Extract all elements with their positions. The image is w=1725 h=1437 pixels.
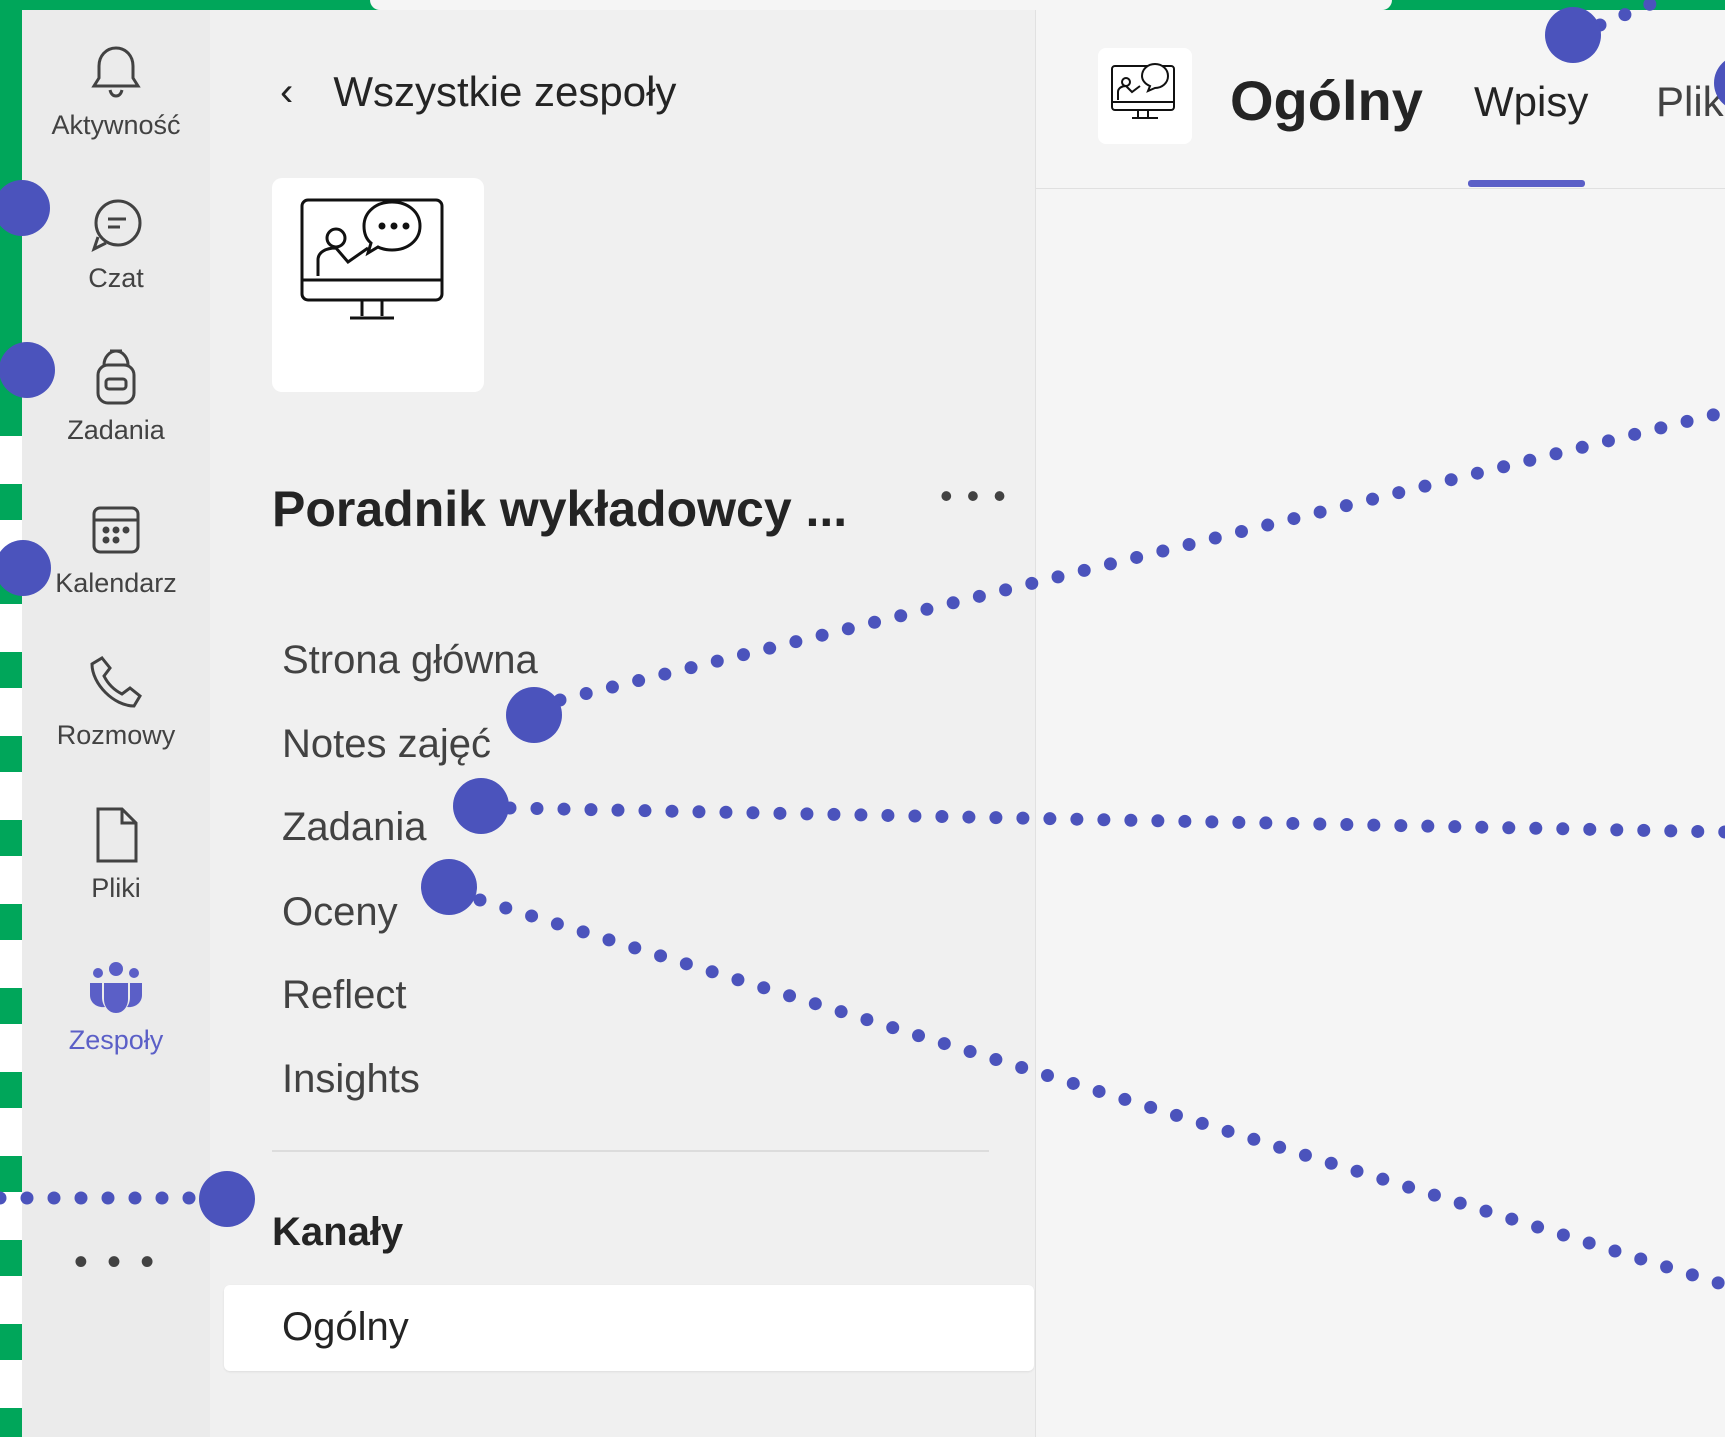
channel-main: Ogólny Wpisy Pliki [1036, 10, 1725, 1437]
team-pane: ‹ Wszystkie zespoły Poradnik wykładowcy … [210, 10, 1036, 1437]
channel-title: Ogólny [1230, 69, 1423, 132]
bell-icon [91, 46, 141, 98]
divider [272, 1150, 989, 1152]
rail-label: Czat [88, 263, 144, 293]
team-logo [272, 178, 484, 392]
frame-stripes [0, 400, 22, 1437]
back-label: Wszystkie zespoły [333, 68, 677, 115]
channel-header: Ogólny Wpisy Pliki [1036, 10, 1725, 189]
team-link-assignments[interactable]: Zadania [282, 805, 427, 850]
rail-item-files[interactable]: Pliki [22, 773, 210, 923]
file-icon [96, 807, 138, 863]
team-link-insights[interactable]: Insights [282, 1057, 420, 1102]
all-teams-back-link[interactable]: ‹ Wszystkie zespoły [280, 68, 676, 116]
rail-item-calendar[interactable]: Kalendarz [22, 468, 210, 618]
tab-files[interactable]: Pliki [1656, 78, 1725, 126]
app-rail: Aktywność Czat Zadania Kalendarz Rozmowy… [22, 10, 210, 1437]
rail-label: Kalendarz [55, 568, 177, 598]
rail-item-calls[interactable]: Rozmowy [22, 620, 210, 770]
channel-item-general[interactable]: Ogólny [224, 1285, 1034, 1371]
rail-item-activity[interactable]: Aktywność [22, 10, 210, 160]
rail-label: Aktywność [51, 110, 181, 140]
presentation-icon [300, 198, 444, 320]
phone-icon [90, 656, 142, 708]
chat-icon [91, 199, 142, 252]
frame-top-tab [370, 0, 1392, 10]
team-more-options-button[interactable]: • • • [940, 475, 1008, 517]
calendar-icon [92, 506, 140, 554]
rail-item-chat[interactable]: Czat [22, 163, 210, 313]
backpack-icon [96, 349, 136, 405]
team-name: Poradnik wykładowcy ... [272, 481, 848, 537]
channels-heading: Kanały [272, 1210, 404, 1254]
team-link-grades[interactable]: Oceny [282, 890, 398, 935]
rail-label: Zespoły [68, 1025, 164, 1055]
presentation-icon [1111, 62, 1175, 119]
tab-posts[interactable]: Wpisy [1474, 78, 1588, 126]
active-tab-indicator [1468, 180, 1585, 187]
team-link-reflect[interactable]: Reflect [282, 973, 407, 1018]
rail-item-teams[interactable]: Zespoły [22, 925, 210, 1075]
chevron-left-icon: ‹ [280, 69, 294, 114]
channel-label: Ogólny [282, 1305, 409, 1349]
rail-item-assignments[interactable]: Zadania [22, 315, 210, 465]
rail-label: Rozmowy [56, 720, 176, 750]
teams-icon [90, 962, 142, 1013]
team-link-home[interactable]: Strona główna [282, 638, 538, 683]
rail-label: Pliki [91, 873, 141, 903]
more-apps-button[interactable]: • • • [22, 1240, 210, 1285]
teams-window: Aktywność Czat Zadania Kalendarz Rozmowy… [22, 10, 1725, 1437]
rail-label: Zadania [67, 415, 165, 445]
channel-logo [1098, 48, 1192, 144]
team-link-class-notebook[interactable]: Notes zajęć [282, 722, 491, 767]
